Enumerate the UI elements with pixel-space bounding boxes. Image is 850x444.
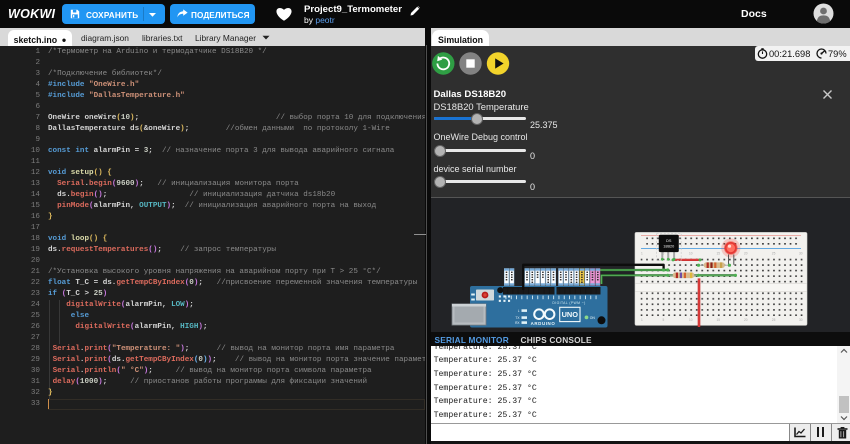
svg-text:15: 15 — [717, 252, 721, 256]
svg-text:DS: DS — [666, 239, 672, 243]
svg-text:ARDUINO: ARDUINO — [531, 321, 556, 326]
svg-text:25: 25 — [772, 252, 776, 256]
svg-text:20: 20 — [744, 252, 748, 256]
svg-text:ON: ON — [590, 316, 596, 320]
svg-text:5: 5 — [663, 318, 665, 322]
svg-text:UNO: UNO — [562, 310, 579, 319]
svg-text:10: 10 — [689, 318, 693, 322]
svg-text:20: 20 — [744, 318, 748, 322]
svg-text:18B20: 18B20 — [663, 245, 674, 249]
svg-text:25: 25 — [772, 318, 776, 322]
svg-text:10: 10 — [689, 252, 693, 256]
svg-text:1: 1 — [641, 252, 643, 256]
svg-text:L: L — [518, 309, 520, 313]
svg-text:DIGITAL (PWM ~): DIGITAL (PWM ~) — [552, 301, 585, 305]
svg-text:30: 30 — [799, 318, 803, 322]
svg-text:15: 15 — [717, 318, 721, 322]
svg-text:30: 30 — [799, 252, 803, 256]
svg-text:1: 1 — [641, 318, 643, 322]
